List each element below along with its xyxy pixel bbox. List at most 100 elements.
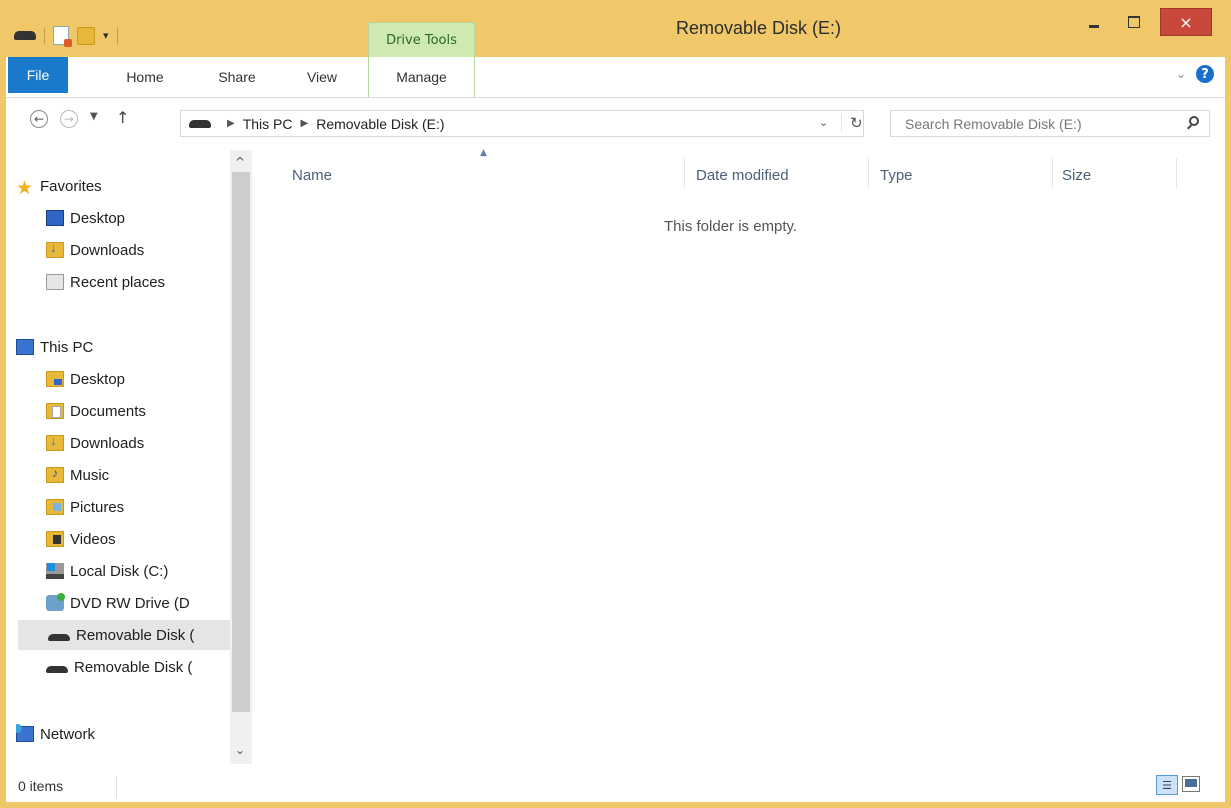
properties-icon[interactable] [53, 26, 72, 47]
up-button[interactable]: ↑ [116, 108, 129, 127]
title-bar[interactable]: ▾ Drive Tools Removable Disk (E:) × [6, 0, 1225, 57]
empty-folder-message: This folder is empty. [664, 218, 798, 235]
nav-local-disk-c[interactable]: Local Disk (C:) [16, 556, 230, 586]
recent-locations-button[interactable]: ▼ [90, 111, 98, 122]
column-header-date-modified[interactable]: Date modified [696, 160, 866, 190]
desktop-folder-icon [46, 371, 64, 387]
nav-label: Desktop [70, 370, 126, 388]
item-count: 0 items [18, 778, 64, 794]
address-bar[interactable]: ▶ This PC ▶ Removable Disk (E:) ⌄ ↻ [180, 110, 864, 137]
nav-label: Pictures [70, 498, 125, 516]
nav-pictures[interactable]: Pictures [16, 492, 230, 522]
nav-label: Music [70, 466, 110, 484]
status-bar: 0 items ☰ [6, 770, 1225, 802]
recent-places-icon [46, 274, 64, 290]
nav-desktop[interactable]: Desktop [16, 364, 230, 394]
nav-recent-places[interactable]: Recent places [16, 267, 230, 297]
removable-disk-icon [48, 633, 70, 641]
column-divider[interactable] [684, 158, 685, 188]
nav-favorites-desktop[interactable]: Desktop [16, 203, 230, 233]
drive-icon [189, 119, 211, 128]
pictures-folder-icon [46, 499, 64, 515]
refresh-button[interactable]: ↻ [841, 114, 863, 132]
explorer-window: ▾ Drive Tools Removable Disk (E:) × File… [0, 0, 1231, 808]
column-divider[interactable] [1176, 158, 1177, 188]
nav-scrollbar-thumb[interactable] [232, 172, 250, 712]
nav-this-pc[interactable]: This PC [16, 332, 230, 362]
documents-folder-icon [46, 403, 64, 419]
nav-downloads[interactable]: Downloads [16, 428, 230, 458]
music-folder-icon [46, 466, 64, 483]
expand-ribbon-icon[interactable]: ⌄ [1176, 67, 1186, 81]
details-view-icon[interactable]: ☰ [1156, 775, 1178, 795]
nav-favorites[interactable]: ★ Favorites [16, 171, 230, 201]
nav-network[interactable]: Network [16, 719, 230, 749]
column-header-name[interactable]: Name [292, 160, 682, 190]
breadcrumb-removable-disk[interactable]: Removable Disk (E:) [316, 116, 444, 132]
nav-label: This PC [40, 338, 94, 356]
drive-tools-label: Drive Tools [368, 22, 475, 57]
maximize-button[interactable] [1117, 8, 1151, 36]
tab-file[interactable]: File [8, 57, 68, 93]
large-icons-view-icon[interactable] [1182, 776, 1200, 792]
nav-videos[interactable]: Videos [16, 524, 230, 554]
address-history-icon[interactable]: ⌄ [819, 116, 828, 129]
nav-dvd-drive[interactable]: DVD RW Drive (D [16, 588, 230, 618]
drive-icon [14, 31, 36, 40]
scroll-up-icon[interactable]: ^ [235, 155, 245, 169]
nav-removable-disk-2[interactable]: Removable Disk ( [16, 652, 230, 682]
qat-separator [44, 27, 45, 44]
new-folder-icon[interactable] [77, 26, 95, 45]
tab-manage[interactable]: Manage [368, 57, 475, 97]
ribbon-tabs: File Home Share View Manage ⌄ ? [6, 57, 1225, 98]
nav-favorites-downloads[interactable]: Downloads [16, 235, 230, 265]
column-divider[interactable] [868, 158, 869, 188]
nav-label: Downloads [70, 241, 145, 259]
tab-home[interactable]: Home [120, 57, 170, 97]
tab-view[interactable]: View [300, 57, 344, 97]
column-header-type[interactable]: Type [880, 160, 1050, 190]
breadcrumb-separator[interactable]: ▶ [227, 118, 235, 129]
nav-label: Recent places [70, 273, 166, 291]
nav-removable-disk-e[interactable]: Removable Disk ( [18, 620, 230, 650]
local-disk-icon [46, 563, 64, 579]
dvd-drive-icon [46, 593, 65, 611]
quick-access-toolbar: ▾ [14, 26, 118, 47]
maximize-icon [1128, 16, 1140, 28]
removable-disk-icon [46, 665, 68, 673]
help-icon[interactable]: ? [1196, 65, 1214, 83]
nav-documents[interactable]: Documents [16, 396, 230, 426]
nav-label: Removable Disk ( [76, 626, 195, 644]
nav-music[interactable]: Music [16, 460, 230, 490]
breadcrumb-separator[interactable]: ▶ [301, 118, 309, 129]
nav-label: Desktop [70, 209, 126, 227]
column-header-size[interactable]: Size [1062, 160, 1182, 190]
nav-label: Removable Disk ( [74, 658, 193, 676]
computer-icon [16, 339, 34, 355]
search-input[interactable]: Search Removable Disk (E:) [890, 110, 1210, 137]
navigation-pane[interactable]: ★ Favorites Desktop Downloads Recent pla… [6, 150, 256, 770]
search-icon[interactable] [1189, 116, 1199, 126]
forward-button[interactable]: → [60, 110, 78, 128]
star-icon: ★ [16, 177, 34, 199]
qat-customize-icon[interactable]: ▾ [103, 29, 109, 42]
navigation-bar: ← → ▼ ↑ ▶ This PC ▶ Removable Disk (E:) … [6, 98, 1225, 144]
nav-label: Downloads [70, 434, 145, 452]
downloads-icon [46, 240, 64, 258]
minimize-button[interactable] [1077, 8, 1111, 36]
search-placeholder: Search Removable Disk (E:) [905, 115, 1082, 132]
nav-label: Videos [70, 530, 116, 548]
column-divider[interactable] [1052, 158, 1053, 188]
minimize-icon [1089, 24, 1099, 28]
nav-label: Local Disk (C:) [70, 562, 169, 580]
scroll-down-icon[interactable]: ⌄ [235, 743, 245, 757]
file-list[interactable]: ▲ Name Date modified Type Size This fold… [266, 148, 1221, 770]
status-divider [116, 776, 117, 798]
close-button[interactable]: × [1160, 8, 1212, 36]
close-icon: × [1179, 12, 1193, 32]
nav-label: Network [40, 725, 96, 743]
nav-label: DVD RW Drive (D [70, 594, 190, 612]
tab-share[interactable]: Share [212, 57, 262, 97]
breadcrumb-this-pc[interactable]: This PC [243, 116, 293, 132]
back-button[interactable]: ← [30, 110, 48, 128]
